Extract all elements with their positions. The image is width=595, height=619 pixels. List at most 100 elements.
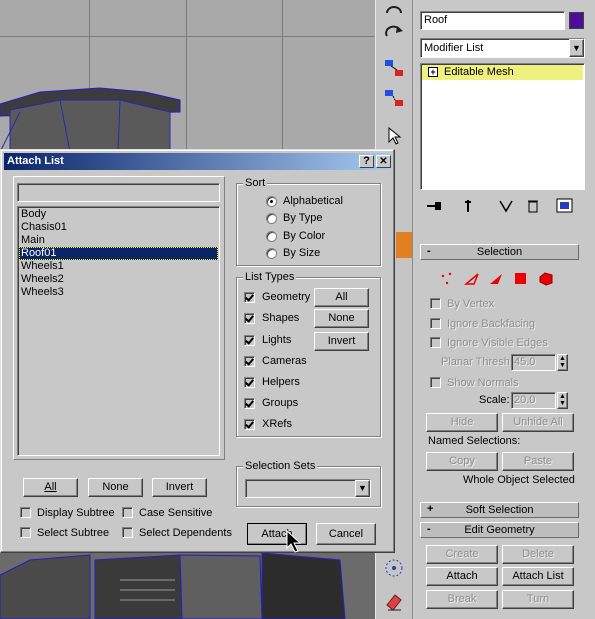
display-subtree-checkbox[interactable] — [20, 507, 31, 518]
list-type-checkbox[interactable] — [244, 356, 255, 367]
types-all-button[interactable]: All — [314, 288, 369, 307]
copy-button[interactable]: Copy — [426, 452, 498, 471]
select-all-button[interactable]: All — [23, 478, 78, 497]
polygon-icon[interactable] — [514, 272, 528, 289]
select-object-icon[interactable] — [381, 124, 407, 148]
ignore-visible-edges-checkbox[interactable] — [430, 337, 441, 348]
vertex-icon[interactable] — [440, 272, 456, 289]
dialog-title: Attach List — [7, 155, 64, 167]
pin-stack-icon[interactable] — [426, 199, 444, 216]
eraser-icon[interactable] — [381, 590, 407, 614]
turn-button[interactable]: Turn — [502, 590, 574, 609]
configure-modifier-sets-icon[interactable] — [556, 198, 574, 217]
list-type-label: Shapes — [262, 312, 300, 324]
unlink-selection-icon[interactable] — [381, 86, 407, 110]
sort-radio[interactable] — [266, 248, 277, 259]
list-type-checkbox[interactable] — [244, 377, 255, 388]
object-name-field[interactable]: Roof — [420, 11, 565, 30]
help-button[interactable]: ? — [359, 155, 374, 168]
sort-radio[interactable] — [266, 231, 277, 242]
sort-option-label: Alphabetical — [283, 195, 343, 207]
modifier-list-label: Modifier List — [424, 42, 484, 54]
close-button[interactable]: ✕ — [376, 155, 391, 168]
select-dependents-checkbox[interactable] — [122, 527, 133, 538]
subobject-icons — [440, 270, 560, 288]
modifier-stack[interactable]: + Editable Mesh — [420, 63, 585, 190]
object-list-item[interactable]: Wheels1 — [19, 260, 218, 273]
selection-rollout-header[interactable]: - Selection — [420, 244, 579, 260]
edit-geometry-rollout-header[interactable]: - Edit Geometry — [420, 522, 579, 538]
stack-item-editable-mesh[interactable]: + Editable Mesh — [422, 65, 583, 80]
chevron-down-icon[interactable]: ▼ — [569, 39, 584, 57]
mouse-cursor-icon — [286, 530, 302, 553]
select-subtree-checkbox[interactable] — [20, 527, 31, 538]
make-unique-icon[interactable] — [498, 199, 514, 216]
soft-selection-rollout-header[interactable]: + Soft Selection — [420, 502, 579, 518]
unhide-all-button[interactable]: Unhide All — [502, 413, 574, 432]
create-button[interactable]: Create — [426, 545, 498, 564]
list-type-label: Geometry — [262, 291, 311, 303]
object-color-swatch[interactable] — [569, 12, 584, 29]
soft-selection-title: Soft Selection — [465, 504, 534, 516]
select-invert-button[interactable]: Invert — [152, 478, 207, 497]
object-list-item[interactable]: Wheels3 — [19, 286, 218, 299]
types-invert-button[interactable]: Invert — [314, 332, 369, 351]
sort-group-label: Sort — [243, 176, 268, 190]
attach-list-button[interactable]: Attach List — [502, 567, 574, 586]
expand-icon[interactable]: + — [428, 67, 438, 77]
element-icon[interactable] — [538, 271, 554, 290]
scale-spinner[interactable]: ▲ ▼ — [557, 392, 568, 409]
select-none-button[interactable]: None — [88, 478, 143, 497]
scale-field[interactable]: 20.0 — [511, 392, 556, 409]
paste-button[interactable]: Paste — [502, 452, 574, 471]
sort-option-label: By Type — [283, 212, 323, 224]
redo-icon[interactable] — [381, 20, 407, 44]
list-type-checkbox[interactable] — [244, 398, 255, 409]
ignore-backfacing-label: Ignore Backfacing — [447, 318, 536, 330]
break-button[interactable]: Break — [426, 590, 498, 609]
list-type-checkbox[interactable] — [244, 292, 255, 303]
sort-radio[interactable] — [266, 196, 277, 207]
list-type-checkbox[interactable] — [244, 313, 255, 324]
by-vertex-checkbox[interactable] — [430, 298, 441, 309]
selection-sets-dropdown[interactable]: ▼ — [245, 479, 371, 498]
planar-thresh-spinner[interactable]: ▲ ▼ — [557, 354, 568, 371]
snap-icon[interactable] — [381, 556, 407, 580]
attach-button[interactable]: Attach — [426, 567, 498, 586]
display-subtree-label: Display Subtree — [37, 507, 115, 519]
list-type-checkbox[interactable] — [244, 335, 255, 346]
list-type-label: Cameras — [262, 355, 307, 367]
cancel-button[interactable]: Cancel — [316, 523, 376, 545]
select-dependents-label: Select Dependents — [139, 527, 232, 539]
object-list-item[interactable]: Body — [19, 208, 218, 221]
object-list-item[interactable]: Chasis01 — [19, 221, 218, 234]
by-vertex-label: By Vertex — [447, 298, 495, 310]
filter-input[interactable] — [17, 183, 220, 202]
ignore-backfacing-checkbox[interactable] — [430, 318, 441, 329]
select-all-label: All — [44, 481, 57, 493]
ignore-visible-edges-label: Ignore Visible Edges — [447, 337, 548, 349]
face-icon[interactable] — [488, 272, 504, 289]
edge-icon[interactable] — [463, 272, 480, 289]
planar-thresh-field[interactable]: 45.0 — [511, 354, 556, 371]
list-type-label: XRefs — [262, 418, 292, 430]
sort-radio[interactable] — [266, 213, 277, 224]
object-list-item[interactable]: Wheels2 — [19, 273, 218, 286]
remove-modifier-icon[interactable] — [526, 198, 540, 217]
show-end-result-icon[interactable] — [462, 199, 474, 216]
show-normals-checkbox[interactable] — [430, 377, 441, 388]
case-sensitive-checkbox[interactable] — [122, 507, 133, 518]
collapse-icon: - — [427, 245, 431, 257]
hide-button[interactable]: Hide — [426, 413, 498, 432]
scale-label: Scale: — [479, 394, 510, 406]
dialog-titlebar[interactable]: Attach List ? ✕ — [4, 153, 391, 170]
object-list-item[interactable]: Main — [19, 234, 218, 247]
modifier-list-dropdown[interactable]: Modifier List ▼ — [420, 38, 585, 58]
delete-button[interactable]: Delete — [502, 545, 574, 564]
object-list[interactable]: Body Chasis01 Main Roof01 Wheels1 Wheels2 Whee… — [17, 206, 220, 456]
object-list-item[interactable]: Roof01 — [19, 247, 218, 260]
chevron-down-icon[interactable]: ▼ — [355, 480, 370, 497]
types-none-button[interactable]: None — [314, 309, 369, 328]
list-type-checkbox[interactable] — [244, 419, 255, 430]
select-and-link-icon[interactable] — [381, 56, 407, 80]
